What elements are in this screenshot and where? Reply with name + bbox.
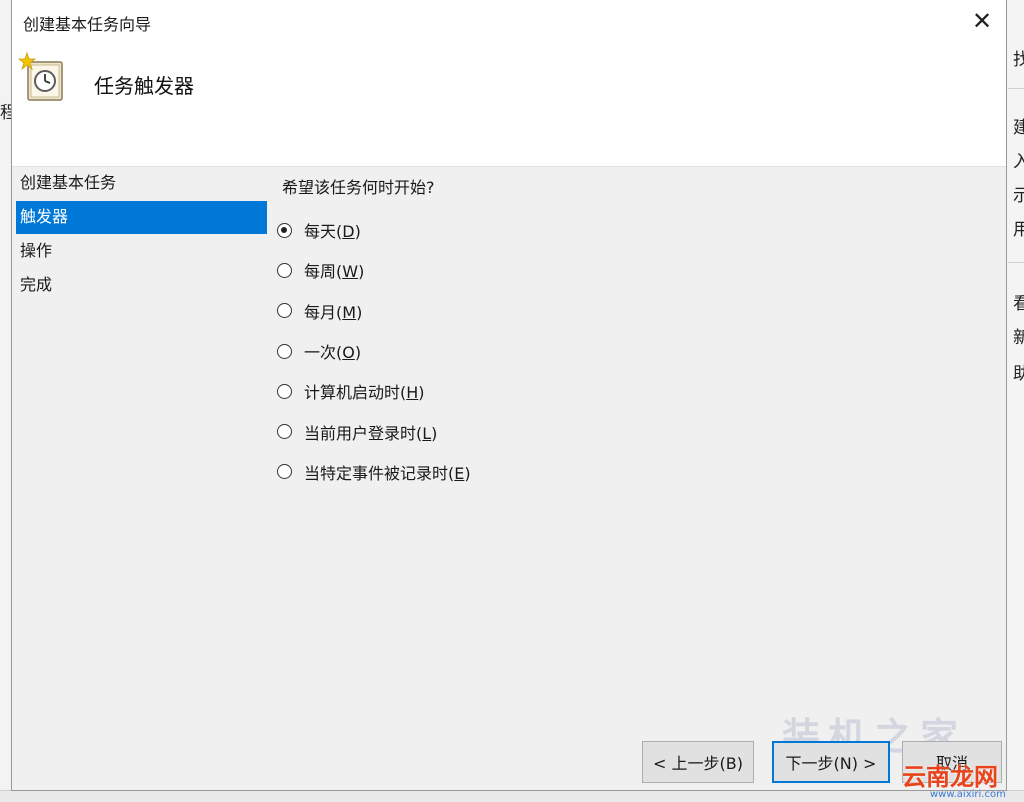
close-icon: ✕ xyxy=(971,7,993,35)
background-right-char: 找 xyxy=(1013,50,1024,70)
option-label: 每月(M) xyxy=(304,302,363,322)
option-label: 每天(D) xyxy=(304,222,361,242)
background-right-char: 看 xyxy=(1013,294,1024,314)
nav-item-trigger[interactable]: 触发器 xyxy=(16,201,267,234)
background-right-char: 建 xyxy=(1013,118,1024,138)
close-button[interactable]: ✕ xyxy=(962,4,1002,38)
option-weekly[interactable]: 每周(W) xyxy=(277,250,471,290)
radio-weekly[interactable] xyxy=(277,262,292,278)
radio-monthly[interactable] xyxy=(277,303,292,319)
background-right-char: 用 xyxy=(1013,220,1024,240)
background-divider xyxy=(1008,88,1024,89)
nav-item-create-basic-task[interactable]: 创建基本任务 xyxy=(16,167,267,200)
option-event-logged[interactable]: 当特定事件被记录时(E) xyxy=(277,452,471,492)
task-scheduler-clock-icon xyxy=(18,52,63,101)
trigger-options: 每天(D) 每周(W) 每月(M) 一次(O) 计算机启动时(H) 当前用户登录… xyxy=(277,210,471,492)
next-button[interactable]: 下一步(N) > xyxy=(772,741,890,783)
window-title: 创建基本任务向导 xyxy=(23,15,152,34)
option-label: 计算机启动时(H) xyxy=(304,383,425,403)
radio-user-logon[interactable] xyxy=(277,424,292,440)
background-right-char: 示 xyxy=(1013,186,1024,206)
radio-computer-startup[interactable] xyxy=(277,383,292,399)
background-bottom-strip xyxy=(0,790,1024,802)
background-right-panel: 找 建 入 示 用 看 新 助 xyxy=(1006,0,1024,801)
watermark-url: www.aixiri.com xyxy=(930,789,1006,800)
option-label: 当特定事件被记录时(E) xyxy=(304,463,471,483)
wizard-header: 任务触发器 xyxy=(12,44,1006,167)
radio-event-logged[interactable] xyxy=(277,464,292,480)
option-label: 当前用户登录时(L) xyxy=(304,423,438,443)
wizard-dialog: 创建基本任务向导 ✕ 任务触发器 创建基本任务 触发器 操作 完成 希望该任务何… xyxy=(12,0,1006,791)
option-label: 一次(O) xyxy=(304,343,362,363)
option-once[interactable]: 一次(O) xyxy=(277,331,471,371)
title-bar: 创建基本任务向导 ✕ xyxy=(12,0,1006,44)
option-label: 每周(W) xyxy=(304,262,365,282)
option-daily[interactable]: 每天(D) xyxy=(277,210,471,250)
option-user-logon[interactable]: 当前用户登录时(L) xyxy=(277,411,471,451)
back-button[interactable]: < 上一步(B) xyxy=(642,741,754,783)
wizard-steps-nav: 创建基本任务 触发器 操作 完成 xyxy=(16,167,267,303)
trigger-question: 希望该任务何时开始? xyxy=(282,178,435,197)
option-monthly[interactable]: 每月(M) xyxy=(277,291,471,331)
page-title: 任务触发器 xyxy=(94,74,194,98)
radio-once[interactable] xyxy=(277,343,292,359)
background-divider xyxy=(1008,262,1024,263)
background-right-char: 新 xyxy=(1013,328,1024,348)
background-right-char: 入 xyxy=(1013,152,1024,172)
option-computer-startup[interactable]: 计算机启动时(H) xyxy=(277,371,471,411)
radio-daily[interactable] xyxy=(277,222,292,238)
background-right-char: 助 xyxy=(1013,364,1024,384)
nav-item-action[interactable]: 操作 xyxy=(16,235,267,268)
nav-item-finish[interactable]: 完成 xyxy=(16,269,267,302)
watermark-logo: 云南龙网 xyxy=(902,763,998,791)
